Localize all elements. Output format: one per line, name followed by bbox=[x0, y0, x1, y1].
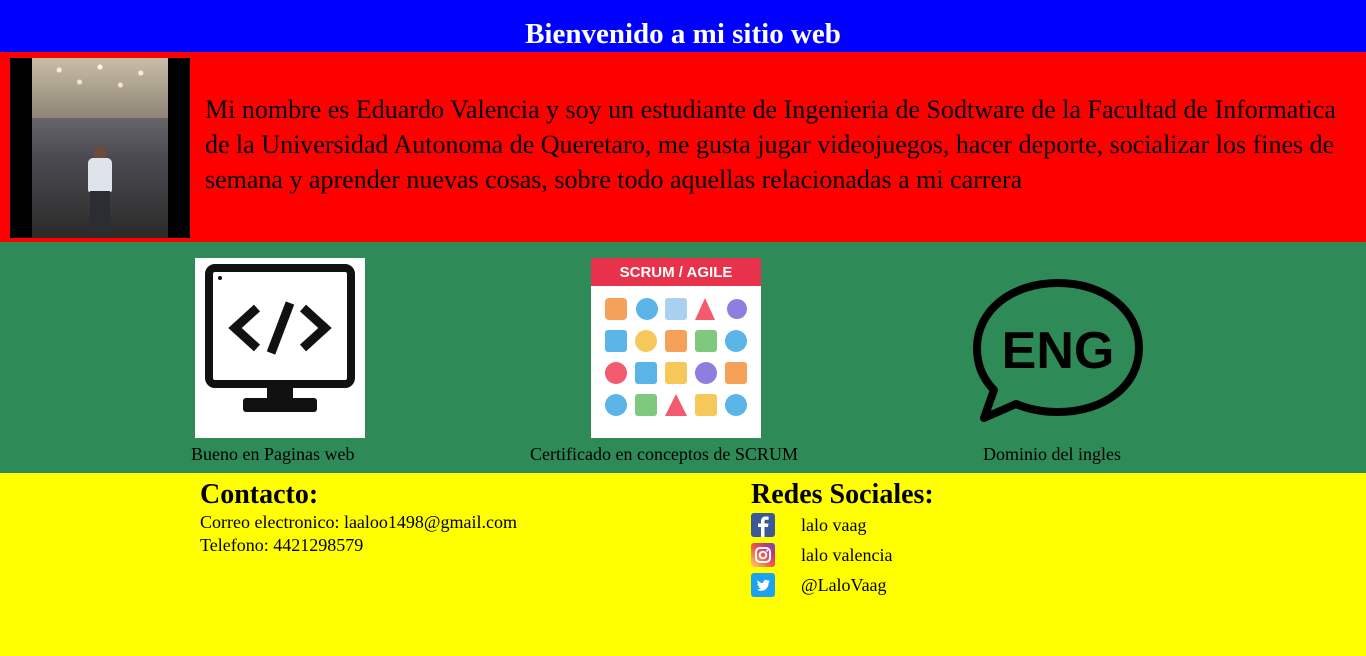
contact-phone: Telefono: 4421298579 bbox=[200, 535, 364, 555]
instagram-icon[interactable] bbox=[751, 543, 775, 567]
contact-title: Contacto: bbox=[200, 479, 319, 510]
contact-section: Contacto: Correo electronico: laaloo1498… bbox=[0, 473, 1366, 656]
skill-caption-web: Bueno en Paginas web bbox=[191, 444, 355, 464]
page-title: Bienvenido a mi sitio web bbox=[525, 18, 841, 50]
profile-photo bbox=[10, 58, 190, 238]
twitter-icon[interactable] bbox=[751, 573, 775, 597]
monitor-code-icon bbox=[195, 258, 365, 438]
eng-speech-bubble-icon: ENG bbox=[972, 278, 1144, 424]
scrum-agile-icon: SCRUM / AGILE bbox=[591, 258, 761, 438]
social-link-twitter[interactable]: @LaloVaag bbox=[751, 571, 934, 601]
social-link-facebook[interactable]: lalo vaag bbox=[751, 511, 934, 541]
about-text: Mi nombre es Eduardo Valencia y soy un e… bbox=[205, 95, 1336, 194]
skill-caption-english: Dominio del ingles bbox=[983, 444, 1121, 464]
facebook-label[interactable]: lalo vaag bbox=[801, 514, 866, 536]
instagram-label[interactable]: lalo valencia bbox=[801, 544, 892, 566]
svg-text:SCRUM / AGILE: SCRUM / AGILE bbox=[620, 264, 733, 281]
skill-caption-scrum: Certificado en conceptos de SCRUM bbox=[530, 444, 798, 464]
social-block: Redes Sociales: lalo vaag lalo valencia bbox=[751, 479, 934, 601]
contact-email: Correo electronico: laaloo1498@gmail.com bbox=[200, 512, 517, 532]
contact-block: Contacto: Correo electronico: laaloo1498… bbox=[200, 479, 517, 557]
twitter-label[interactable]: @LaloVaag bbox=[801, 574, 887, 596]
social-link-instagram[interactable]: lalo valencia bbox=[751, 541, 934, 571]
social-title: Redes Sociales: bbox=[751, 479, 934, 510]
svg-text:ENG: ENG bbox=[1002, 322, 1115, 380]
about-section: Mi nombre es Eduardo Valencia y soy un e… bbox=[0, 52, 1366, 242]
skills-section: Bueno en Paginas web SCRUM / AGILE Certi… bbox=[0, 242, 1366, 473]
page-header: Bienvenido a mi sitio web bbox=[0, 0, 1366, 52]
facebook-icon[interactable] bbox=[751, 513, 775, 537]
